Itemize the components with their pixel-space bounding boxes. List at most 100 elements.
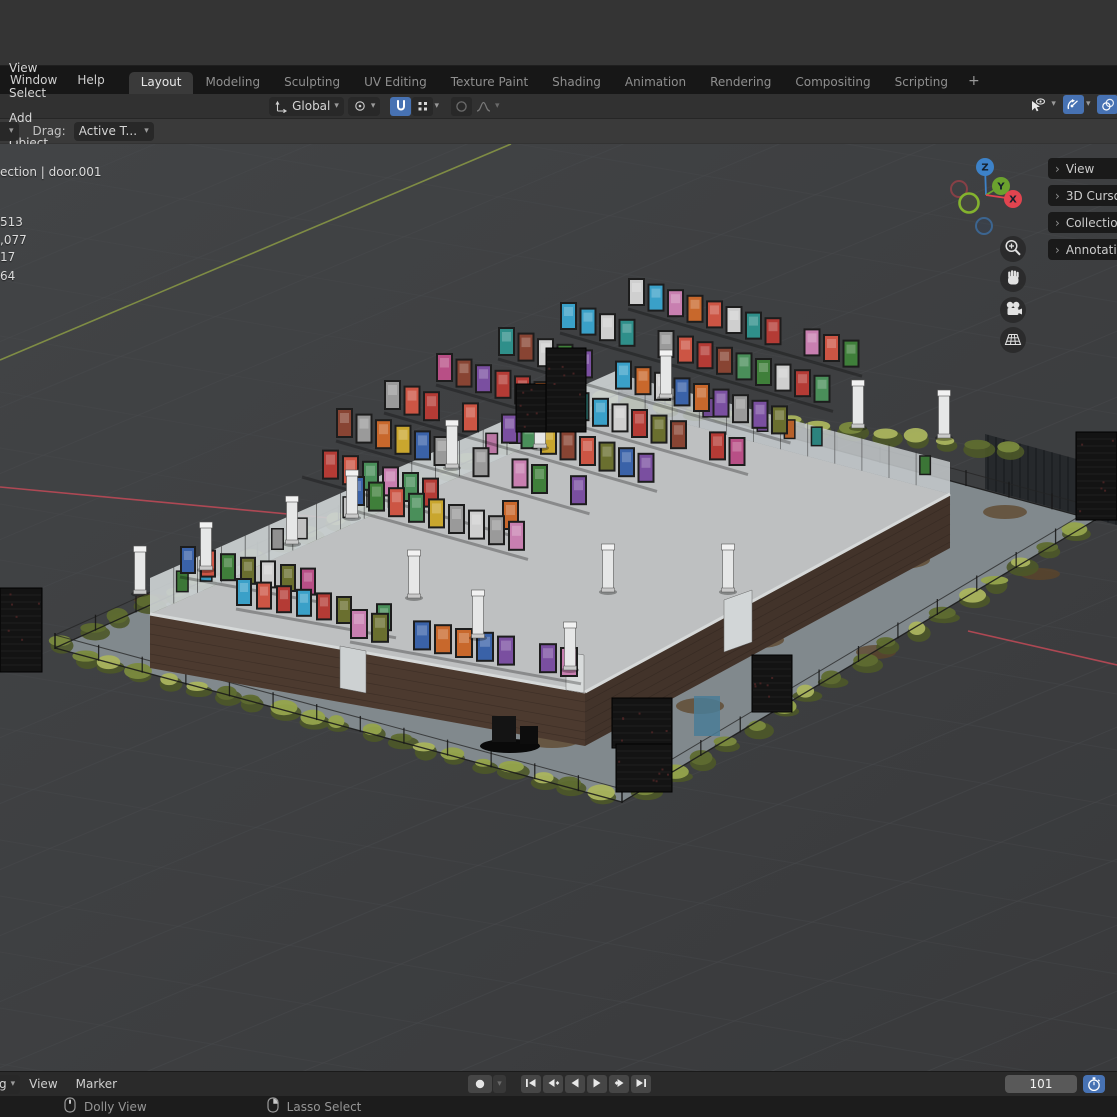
auto-keying-button[interactable] xyxy=(468,1075,492,1093)
add-workspace-button[interactable]: + xyxy=(960,70,988,94)
svg-text:Y: Y xyxy=(996,182,1005,193)
chevron-down-icon[interactable]: ▾ xyxy=(1051,100,1056,109)
play-reverse-button[interactable] xyxy=(565,1075,585,1093)
workspace-tab-layout[interactable]: Layout xyxy=(129,72,194,94)
show-overlays-button[interactable] xyxy=(1097,95,1117,114)
play-reverse-icon xyxy=(568,1077,582,1092)
jump-to-end-button[interactable] xyxy=(631,1075,651,1093)
object-visibility-icon xyxy=(1030,97,1047,112)
stat-line: 64 xyxy=(0,269,15,283)
current-frame-field[interactable]: 101 xyxy=(1005,1075,1077,1093)
workspace-tab-uv-editing[interactable]: UV Editing xyxy=(352,72,439,94)
viewport-menus: ViewSelectAddObject xyxy=(0,56,57,156)
workspace-tab-animation[interactable]: Animation xyxy=(613,72,698,94)
transform-orientation-icon xyxy=(274,99,288,113)
show-overlays-icon xyxy=(1101,98,1115,112)
drag-mode-dropdown[interactable]: Active T... ▾ xyxy=(74,122,154,141)
chevron-down-icon[interactable]: ▾ xyxy=(434,102,439,111)
falloff-curve-button[interactable] xyxy=(473,97,494,116)
jump-to-start-button[interactable] xyxy=(521,1075,541,1093)
sidebar-tab-label: Annotations xyxy=(1066,243,1117,257)
timeline-bar: g▾ViewMarker ▾ 101 xyxy=(0,1071,1117,1096)
snap-magnet-icon xyxy=(394,99,408,113)
viewport-menu-view[interactable]: View xyxy=(0,56,57,81)
statusbar-item-lasso-select: Lasso Select xyxy=(267,1097,362,1116)
orientation-value: Global xyxy=(292,99,330,113)
frame-number: 101 xyxy=(1030,1077,1053,1091)
workspace-tab-shading[interactable]: Shading xyxy=(540,72,613,94)
blender-window: WindowHelp LayoutModelingSculptingUV Edi… xyxy=(0,0,1117,1117)
workspace-tab-texture-paint[interactable]: Texture Paint xyxy=(439,72,540,94)
workspace-tab-sculpting[interactable]: Sculpting xyxy=(272,72,352,94)
timeline-keying-dropdown-cut[interactable]: g▾ xyxy=(0,1075,20,1094)
snap-settings-button[interactable] xyxy=(412,97,433,116)
playback-sync-button[interactable] xyxy=(1083,1075,1105,1093)
sidebar-tab-view[interactable]: ›View xyxy=(1048,158,1117,179)
workspace-tab-compositing[interactable]: Compositing xyxy=(783,72,882,94)
chevron-down-icon: ▾ xyxy=(144,127,149,136)
timeline-menu-view[interactable]: View xyxy=(20,1072,66,1097)
empty-editor-strip xyxy=(0,0,1117,66)
svg-text:X: X xyxy=(1009,195,1017,206)
sidebar-tab-annotations[interactable]: › Annotations xyxy=(1048,239,1117,260)
tool-dropdown-cut[interactable]: ▾ xyxy=(0,122,19,141)
chevron-down-icon[interactable]: ▾ xyxy=(495,102,500,111)
chevron-down-icon[interactable]: ▾ xyxy=(1086,100,1091,109)
expand-caret-icon: › xyxy=(1055,189,1060,203)
orthographic-grid-button[interactable] xyxy=(1000,327,1026,353)
workspace-tab-rendering[interactable]: Rendering xyxy=(698,72,783,94)
workspace-tabs: LayoutModelingSculptingUV EditingTexture… xyxy=(129,66,988,94)
timeline-menu-marker[interactable]: Marker xyxy=(67,1072,126,1097)
sidebar-tab-label: View xyxy=(1066,162,1094,176)
status-bar: Dolly View Lasso Select xyxy=(0,1096,1117,1117)
proportional-editing-icon xyxy=(455,100,468,113)
scene-canvas[interactable] xyxy=(0,144,1117,1071)
show-gizmo-button[interactable] xyxy=(1063,95,1084,114)
jump-to-next-keyframe-icon xyxy=(612,1077,626,1092)
menu-help[interactable]: Help xyxy=(67,66,114,94)
keying-options-button[interactable]: ▾ xyxy=(493,1075,506,1093)
statusbar-label: Dolly View xyxy=(84,1100,147,1114)
mouse-middle-icon xyxy=(64,1097,76,1116)
chevron-down-icon: ▾ xyxy=(9,127,14,136)
pivot-point-dropdown[interactable]: ▾ xyxy=(348,97,381,116)
stopwatch-icon xyxy=(1086,1076,1102,1092)
svg-text:Z: Z xyxy=(981,163,988,174)
chevron-down-icon: ▾ xyxy=(334,102,339,111)
drag-mode-value: Active T... xyxy=(79,124,137,138)
object-visibility-button[interactable] xyxy=(1028,95,1049,114)
navigation-gizmo[interactable]: ZYX xyxy=(935,149,1045,249)
expand-caret-icon: › xyxy=(1055,243,1060,257)
stat-line: ,077 xyxy=(0,233,27,247)
proportional-editing-toggle[interactable] xyxy=(451,97,472,116)
falloff-curve-icon xyxy=(476,100,491,113)
snap-settings-icon xyxy=(417,100,429,112)
zoom-button[interactable] xyxy=(1000,236,1026,262)
stat-line: 513 xyxy=(0,215,23,229)
play-forward-icon xyxy=(590,1077,604,1092)
transform-orientation-dropdown[interactable]: Global ▾ xyxy=(269,97,344,116)
viewport-menu-select[interactable]: Select xyxy=(0,81,57,106)
mouse-right-icon xyxy=(267,1097,279,1116)
pivot-point-icon xyxy=(353,99,367,113)
dropdown-label: g xyxy=(0,1077,7,1091)
record-icon xyxy=(474,1078,486,1090)
sidebar-tab-3d-cursor[interactable]: ›3D Cursor xyxy=(1048,185,1117,206)
pan-hand-button[interactable] xyxy=(1000,266,1026,292)
jump-to-prev-keyframe-icon xyxy=(546,1077,560,1092)
jump-to-next-keyframe-button[interactable] xyxy=(609,1075,629,1093)
jump-to-end-icon xyxy=(634,1077,648,1092)
zoom-icon xyxy=(1002,237,1024,262)
camera-view-button[interactable] xyxy=(1000,297,1026,323)
jump-to-prev-keyframe-button[interactable] xyxy=(543,1075,563,1093)
expand-caret-icon: › xyxy=(1055,216,1060,230)
workspace-tab-modeling[interactable]: Modeling xyxy=(193,72,272,94)
statusbar-item-dolly-view: Dolly View xyxy=(64,1097,147,1116)
viewport-3d[interactable]: ection | door.001 513 ,077 17 64 ZYX ›Vi… xyxy=(0,144,1117,1071)
sidebar-tab-collections[interactable]: › Collections xyxy=(1048,212,1117,233)
workspace-tab-scripting[interactable]: Scripting xyxy=(883,72,960,94)
camera-view-icon xyxy=(1002,298,1024,323)
sidebar-tab-label: Collections xyxy=(1066,216,1117,230)
snap-magnet-toggle[interactable] xyxy=(390,97,411,116)
play-forward-button[interactable] xyxy=(587,1075,607,1093)
